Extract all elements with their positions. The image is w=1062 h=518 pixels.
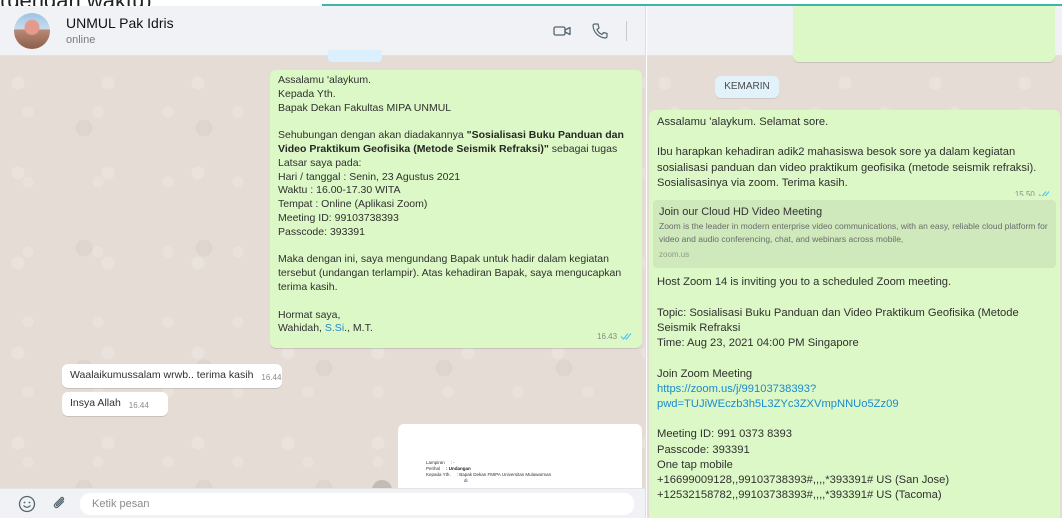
avatar[interactable]: [14, 13, 50, 49]
message-line: Kepada Yth.: [278, 87, 336, 100]
incoming-message[interactable]: Waalaikumussalam wrwb.. terima kasih 16.4…: [62, 364, 282, 388]
message-line: Topic: Sosialisasi Buku Panduan dan Vide…: [657, 306, 1019, 319]
message-text: Waalaikumussalam wrwb.. terima kasih: [70, 369, 254, 381]
message-line: Host Zoom 14 is inviting you to a schedu…: [657, 276, 952, 289]
doc-value: : Bapak Dekan FMIPA Universitas Mulawarm…: [456, 472, 552, 477]
zoom-link[interactable]: https://zoom.us/j/99103738393?: [657, 382, 1052, 397]
contact-status: online: [66, 34, 96, 46]
message-line: Ibu harapkan kehadiran adik2 mahasiswa b…: [657, 146, 1016, 159]
signature-suffix: ., M.T.: [344, 322, 373, 335]
message-input[interactable]: [80, 493, 634, 515]
doc-value: di: [464, 478, 468, 483]
message-text: Insya Allah: [70, 397, 121, 409]
message-body: Host Zoom 14 is inviting you to a schedu…: [649, 268, 1060, 503]
message-line: One tap mobile: [657, 458, 733, 471]
link-preview-title: Join our Cloud HD Video Meeting: [659, 206, 823, 218]
message-time: 16.43: [597, 332, 618, 342]
bold-event-title-2: Video Praktikum Geofisika (Metode Seismi…: [278, 142, 549, 155]
message-line: Seismik Refraksi: [657, 322, 741, 334]
message-line: Maka dengan ini, saya mengundang Bapak u…: [278, 253, 609, 266]
message-line: Join Zoom Meeting: [657, 367, 753, 380]
message-line: Hormat saya,: [278, 308, 341, 321]
message-composer: [0, 488, 645, 518]
message-line: Meeting ID: 991 0373 8393: [657, 428, 792, 441]
message-line: Passcode: 393391: [657, 443, 750, 456]
message-text: Sehubungan dengan akan diadakannya: [278, 129, 467, 142]
bold-event-title: Sosialisasi Buku Panduan dan: [471, 129, 624, 142]
message-line: Video Praktikum Geofisika (Metode Seismi…: [278, 143, 634, 157]
link-preview-description: Zoom is the leader in modern enterprise …: [659, 221, 1048, 245]
outgoing-message-invitation[interactable]: Assalamu 'alaykum. Kepada Yth. Bapak Dek…: [270, 70, 642, 348]
emoji-icon[interactable]: [18, 495, 36, 513]
chat-panel-left: UNMUL Pak Idris online Assalamu 'alaykum…: [0, 6, 646, 518]
signature-text: Wahidah,: [278, 322, 325, 335]
outgoing-message-fragment[interactable]: [793, 6, 1055, 62]
message-text: sebagai tugas: [548, 142, 618, 155]
message-line: Assalamu 'alaykum. Selamat sore.: [657, 116, 829, 128]
message-line: Latsar saya pada:: [278, 156, 362, 169]
message-line: Meeting ID: 99103738393: [278, 211, 399, 224]
video-camera-icon[interactable]: [552, 21, 572, 41]
attach-icon[interactable]: [50, 494, 68, 512]
message-line: Hari / tanggal : Senin, 23 Agustus 2021: [278, 170, 461, 183]
message-line: +16699009128,,99103738393#,,,,*393391# U…: [657, 474, 950, 486]
message-line: Time: Aug 23, 2021 04:00 PM Singapore: [657, 337, 859, 350]
chat-panel-right: KEMARIN Assalamu 'alaykum. Selamat sore.…: [647, 6, 1062, 518]
link-preview-domain: zoom.us: [659, 250, 690, 260]
chat-header[interactable]: UNMUL Pak Idris online: [0, 6, 645, 56]
message-line: terima kasih.: [278, 280, 338, 293]
zoom-link[interactable]: pwd=TUJiWEczb3h5L3ZYc3ZXVmpNNUo5Zz09: [657, 397, 1052, 412]
incoming-message[interactable]: Insya Allah 16.44: [62, 392, 168, 416]
phone-icon[interactable]: [590, 21, 610, 41]
message-line: Sehubungan dengan akan diadakannya "Sosi…: [278, 129, 624, 142]
date-chip-fragment: [328, 50, 382, 62]
contact-name[interactable]: UNMUL Pak Idris: [66, 15, 174, 31]
message-line: tersebut (undangan terlampir). Atas keha…: [278, 267, 622, 280]
date-chip: KEMARIN: [715, 76, 779, 98]
message-line: Bapak Dekan Fakultas MIPA UNMUL: [278, 101, 452, 114]
message-time: 16.44: [261, 373, 282, 382]
outgoing-message-zoom[interactable]: Join our Cloud HD Video Meeting Zoom is …: [649, 196, 1060, 518]
outgoing-message[interactable]: Assalamu 'alaykum. Selamat sore. Ibu har…: [649, 110, 1060, 209]
double-check-icon: [620, 333, 632, 341]
message-line: Waktu : 16.00-17.30 WITA: [278, 184, 401, 197]
message-time: 16.44: [128, 401, 149, 410]
header-separator: [626, 21, 627, 41]
message-line: Assalamu 'alaykum.: [278, 74, 372, 86]
message-line: sosialisasi panduan dan video praktikum …: [657, 161, 1037, 174]
link-preview[interactable]: Join our Cloud HD Video Meeting Zoom is …: [653, 200, 1056, 269]
message-line: +12532158782,,99103738393#,,,,*393391# U…: [657, 489, 942, 502]
doc-label: Kepada Yth.: [426, 472, 451, 477]
degree-link[interactable]: S.Si: [325, 322, 344, 334]
document-preview: Lampiran: - Perihal: Undangan Kepada Yth…: [426, 460, 551, 484]
message-line: Tempat : Online (Aplikasi Zoom): [278, 198, 428, 211]
message-line: Passcode: 393391: [278, 225, 365, 238]
